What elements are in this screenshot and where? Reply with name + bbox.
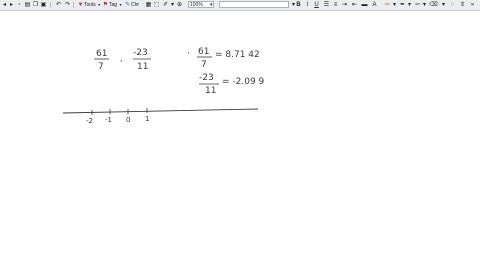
number-line-tick-label: -2: [86, 117, 93, 125]
forward-icon[interactable]: ▸: [8, 1, 15, 9]
chevron-down-icon: ▾: [119, 2, 122, 7]
number-line-tick-label: 1: [145, 115, 149, 123]
pen-color-icon[interactable]: ✒: [399, 1, 406, 9]
bullet-dot: ·: [187, 49, 190, 59]
comma-separator: ,: [120, 54, 123, 63]
bold-icon[interactable]: B: [295, 1, 302, 9]
copy-icon[interactable]: ❐: [32, 1, 39, 9]
font-field[interactable]: [219, 1, 289, 8]
insert-space-icon[interactable]: ⇕: [459, 1, 466, 9]
toolbar-separator: [50, 2, 51, 8]
image-icon[interactable]: ▦: [145, 1, 152, 9]
chevron-down-icon[interactable]: ▾: [421, 1, 428, 9]
eraser-icon[interactable]: ⌫: [429, 1, 437, 9]
tag-icon: ⚑: [102, 2, 109, 8]
number-line-tick-label: 0: [126, 116, 130, 124]
fraction-numerator: 61: [96, 49, 107, 59]
decimal-result: = 8.71 42: [215, 50, 260, 60]
underline-icon[interactable]: U: [313, 1, 320, 9]
italic-icon[interactable]: I: [304, 1, 311, 9]
chevron-down-icon[interactable]: ▾: [391, 1, 398, 9]
outdent-icon[interactable]: ⇤: [351, 1, 358, 9]
tag-button[interactable]: ⚑ Tag ▾: [102, 1, 124, 9]
fraction-numerator: -23: [199, 73, 214, 83]
subscript-icon[interactable]: ▬: [361, 1, 368, 9]
whiteboard-canvas[interactable]: 61 7 , -23 11 · 61 7 = 8.71 42 -23 11 = …: [0, 11, 480, 270]
numbered-list-icon[interactable]: ≡: [332, 1, 339, 9]
chars-label: Chr: [131, 2, 140, 8]
redo-icon[interactable]: ↷: [64, 1, 71, 9]
decimal-result: = -2.09 9: [222, 77, 265, 87]
undo-icon[interactable]: ↶: [55, 1, 62, 9]
font-color-icon[interactable]: A: [371, 1, 378, 9]
select-icon[interactable]: ⬚: [153, 1, 160, 9]
fraction-denominator: 11: [137, 62, 148, 72]
highlighter-icon[interactable]: ✏: [384, 1, 391, 9]
handwriting-layer: 61 7 , -23 11 · 61 7 = 8.71 42 -23 11 = …: [62, 47, 265, 125]
tools-button[interactable]: ▼ Tools ▾: [77, 1, 103, 9]
chevron-down-icon[interactable]: ▾: [169, 1, 176, 9]
pencil-icon[interactable]: ✐: [162, 1, 169, 9]
paste-icon[interactable]: ▣: [40, 1, 47, 9]
toolbar: ◂ ▸ ▫ ▤ ❐ ▣ ↶ ↷ ▼ Tools ▾ ⚑ Tag ▾ ✎ Chr …: [0, 0, 480, 11]
line-weight-icon[interactable]: ═: [414, 1, 421, 9]
lasso-icon[interactable]: ◌: [449, 1, 456, 9]
print-icon[interactable]: ▤: [24, 1, 31, 9]
fraction-numerator: -23: [133, 48, 148, 58]
funnel-icon: ▼: [77, 2, 84, 8]
tag-label: Tag: [109, 2, 118, 8]
number-line-tick-label: -1: [105, 116, 112, 124]
toolbar-separator: [73, 2, 74, 8]
fraction-numerator: 61: [198, 47, 209, 57]
chevron-down-icon[interactable]: ▾: [210, 1, 213, 9]
fraction-denominator: 7: [98, 62, 104, 72]
back-icon[interactable]: ◂: [1, 1, 8, 9]
bullets-icon[interactable]: ☰: [323, 1, 330, 9]
more-icon[interactable]: »: [469, 1, 476, 9]
tools-label: Tools: [84, 2, 96, 8]
zoom-icon[interactable]: ⊕: [176, 1, 183, 9]
chevron-down-icon[interactable]: ▾: [440, 1, 447, 9]
chars-button[interactable]: ✎ Chr: [124, 1, 139, 9]
pen-icon: ✎: [124, 2, 131, 8]
fraction-denominator: 7: [201, 60, 207, 70]
chevron-down-icon[interactable]: ▾: [406, 1, 413, 9]
indent-icon[interactable]: ⇥: [341, 1, 348, 9]
fraction-denominator: 11: [205, 86, 216, 96]
new-page-icon[interactable]: ▫: [16, 1, 23, 9]
